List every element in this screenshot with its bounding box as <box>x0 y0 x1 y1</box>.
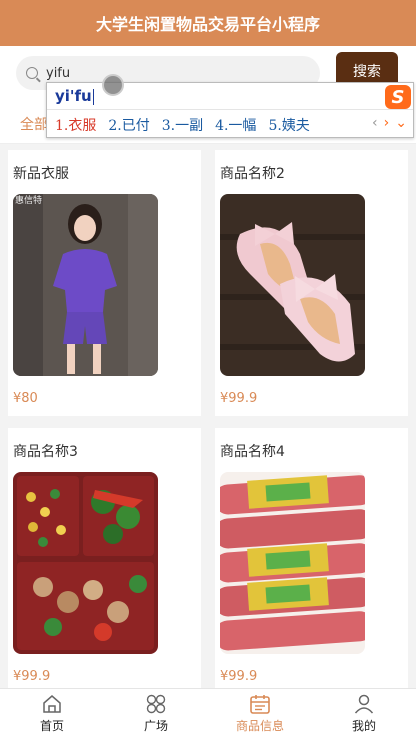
ime-candidate-list: 1.衣服 2.已付 3.一副 4.一幅 5.姨夫 <box>55 115 310 135</box>
ime-composition-text: yi'fu <box>55 87 92 105</box>
product-name: 商品名称2 <box>220 166 285 182</box>
tab-square[interactable]: 广场 <box>104 689 208 738</box>
ime-candidate[interactable]: 2.已付 <box>108 115 149 135</box>
tab-home[interactable]: 首页 <box>0 689 104 738</box>
home-icon <box>43 695 61 713</box>
ime-prev-icon[interactable]: ‹ <box>372 115 378 131</box>
product-price: ¥99.9 <box>220 669 258 684</box>
search-input-value: yifu <box>46 65 71 81</box>
tab-label: 商品信息 <box>235 719 284 733</box>
ime-candidate[interactable]: 4.一幅 <box>215 115 256 135</box>
tab-label: 首页 <box>39 719 64 733</box>
product-image <box>220 194 365 376</box>
ime-candidate[interactable]: 1.衣服 <box>55 115 96 135</box>
product-card[interactable]: 商品名称4 ¥99.9 <box>215 428 408 690</box>
ime-candidate-window: yi'fu S 1.衣服 2.已付 3.一副 4.一幅 5.姨夫 ‹ › ⌄ <box>46 82 414 138</box>
product-price: ¥80 <box>13 391 38 406</box>
ime-expand-icon[interactable]: ⌄ <box>395 115 407 131</box>
ime-candidate[interactable]: 5.姨夫 <box>268 115 309 135</box>
ime-logo-icon: S <box>385 85 411 109</box>
tab-label: 我的 <box>351 719 376 733</box>
person-icon <box>354 694 374 714</box>
product-card[interactable]: 商品名称3 ¥99.9 <box>8 428 201 690</box>
product-name: 新品衣服 <box>13 166 69 182</box>
product-image: 惠信特 <box>13 194 158 376</box>
grid-icon <box>146 694 166 714</box>
ime-next-icon[interactable]: › <box>384 115 390 131</box>
tab-product-info[interactable]: 商品信息 <box>208 689 312 738</box>
ime-caret <box>92 88 94 105</box>
bottom-tab-bar: 首页 广场 商品信息 我的 <box>0 688 416 738</box>
product-name: 商品名称4 <box>220 444 285 460</box>
tab-label: 广场 <box>143 719 168 733</box>
product-card[interactable]: 新品衣服 惠信特 ¥80 <box>8 150 201 416</box>
search-icon <box>26 67 38 79</box>
product-image <box>13 472 158 654</box>
image-watermark: 惠信特 <box>15 194 42 205</box>
product-price: ¥99.9 <box>220 391 258 406</box>
product-image <box>220 472 365 654</box>
product-card[interactable]: 商品名称2 ¥99.9 <box>215 150 408 416</box>
calendar-icon <box>250 695 270 714</box>
product-name: 商品名称3 <box>13 444 78 460</box>
touch-cursor-icon <box>102 74 124 96</box>
category-all-tab[interactable]: 全部 <box>20 114 48 134</box>
ime-composition: yi'fu <box>55 87 94 105</box>
page-title: 大学生闲置物品交易平台小程序 <box>0 0 416 46</box>
ime-candidate[interactable]: 3.一副 <box>162 115 203 135</box>
product-price: ¥99.9 <box>13 669 51 684</box>
ime-divider <box>47 109 413 110</box>
tab-mine[interactable]: 我的 <box>312 689 416 738</box>
ime-nav: ‹ › ⌄ <box>372 115 407 131</box>
